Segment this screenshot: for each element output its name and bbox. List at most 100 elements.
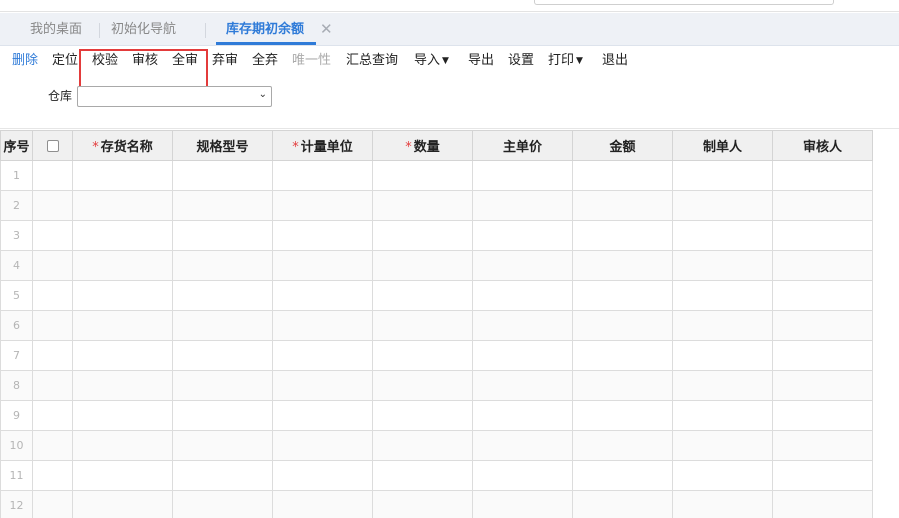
cell-auditor[interactable] bbox=[772, 250, 873, 281]
cell-unit[interactable] bbox=[272, 310, 373, 341]
cell-unit-price[interactable] bbox=[472, 370, 573, 401]
tab-init-navigation[interactable]: 初始化导航 bbox=[111, 13, 176, 46]
cell-amount[interactable] bbox=[572, 370, 673, 401]
row-select-cell[interactable] bbox=[32, 160, 73, 191]
cell-inventory-name[interactable] bbox=[72, 250, 173, 281]
cell-quantity[interactable] bbox=[372, 400, 473, 431]
cell-unit[interactable] bbox=[272, 340, 373, 371]
col-header-auditor[interactable]: 审核人 bbox=[772, 130, 873, 161]
cell-unit-price[interactable] bbox=[472, 340, 573, 371]
cell-inventory-name[interactable] bbox=[72, 190, 173, 221]
locate-button[interactable]: 定位 bbox=[52, 47, 78, 75]
cell-amount[interactable] bbox=[572, 460, 673, 491]
cell-inventory-name[interactable] bbox=[72, 400, 173, 431]
tab-inventory-opening-balance[interactable]: 库存期初余额 bbox=[216, 13, 317, 46]
cell-auditor[interactable] bbox=[772, 490, 873, 518]
row-select-cell[interactable] bbox=[32, 430, 73, 461]
cell-unit[interactable] bbox=[272, 190, 373, 221]
cell-auditor[interactable] bbox=[772, 160, 873, 191]
row-select-cell[interactable] bbox=[32, 190, 73, 221]
cell-spec-model[interactable] bbox=[172, 160, 273, 191]
cell-inventory-name[interactable] bbox=[72, 280, 173, 311]
cell-inventory-name[interactable] bbox=[72, 160, 173, 191]
cell-creator[interactable] bbox=[672, 430, 773, 461]
tab-my-desktop[interactable]: 我的桌面 bbox=[30, 13, 82, 46]
cell-quantity[interactable] bbox=[372, 250, 473, 281]
cell-auditor[interactable] bbox=[772, 460, 873, 491]
cell-creator[interactable] bbox=[672, 370, 773, 401]
audit-all-button[interactable]: 全审 bbox=[172, 47, 198, 75]
col-header-quantity[interactable]: * 数量 bbox=[372, 130, 473, 161]
cell-unit-price[interactable] bbox=[472, 490, 573, 518]
cell-inventory-name[interactable] bbox=[72, 430, 173, 461]
cell-spec-model[interactable] bbox=[172, 490, 273, 518]
cell-auditor[interactable] bbox=[772, 220, 873, 251]
cell-spec-model[interactable] bbox=[172, 370, 273, 401]
cell-inventory-name[interactable] bbox=[72, 370, 173, 401]
verify-button[interactable]: 校验 bbox=[92, 47, 118, 75]
row-select-cell[interactable] bbox=[32, 460, 73, 491]
cell-spec-model[interactable] bbox=[172, 310, 273, 341]
cell-unit-price[interactable] bbox=[472, 220, 573, 251]
cell-creator[interactable] bbox=[672, 310, 773, 341]
cell-unit[interactable] bbox=[272, 280, 373, 311]
cell-creator[interactable] bbox=[672, 490, 773, 518]
cell-unit[interactable] bbox=[272, 250, 373, 281]
cell-spec-model[interactable] bbox=[172, 400, 273, 431]
cell-creator[interactable] bbox=[672, 190, 773, 221]
cell-amount[interactable] bbox=[572, 250, 673, 281]
cell-quantity[interactable] bbox=[372, 340, 473, 371]
col-header-spec-model[interactable]: 规格型号 bbox=[172, 130, 273, 161]
row-select-cell[interactable] bbox=[32, 340, 73, 371]
cell-amount[interactable] bbox=[572, 430, 673, 461]
row-select-cell[interactable] bbox=[32, 400, 73, 431]
row-select-cell[interactable] bbox=[32, 280, 73, 311]
print-button[interactable]: 打印 ▼ bbox=[548, 47, 583, 75]
select-all-checkbox[interactable] bbox=[46, 139, 59, 152]
cell-spec-model[interactable] bbox=[172, 460, 273, 491]
col-header-inventory-name[interactable]: * 存货名称 bbox=[72, 130, 173, 161]
cell-unit-price[interactable] bbox=[472, 190, 573, 221]
cell-unit-price[interactable] bbox=[472, 460, 573, 491]
cell-spec-model[interactable] bbox=[172, 190, 273, 221]
cell-inventory-name[interactable] bbox=[72, 340, 173, 371]
cell-creator[interactable] bbox=[672, 340, 773, 371]
cell-unit-price[interactable] bbox=[472, 400, 573, 431]
unaudit-button[interactable]: 弃审 bbox=[212, 47, 238, 75]
cell-auditor[interactable] bbox=[772, 430, 873, 461]
uniqueness-button[interactable]: 唯一性 bbox=[292, 47, 331, 75]
cell-auditor[interactable] bbox=[772, 400, 873, 431]
warehouse-select[interactable]: ⌄ bbox=[77, 86, 272, 107]
cell-amount[interactable] bbox=[572, 310, 673, 341]
cell-quantity[interactable] bbox=[372, 370, 473, 401]
audit-button[interactable]: 审核 bbox=[132, 47, 158, 75]
close-tab-icon[interactable]: ✕ bbox=[320, 13, 333, 46]
row-select-cell[interactable] bbox=[32, 220, 73, 251]
cell-unit[interactable] bbox=[272, 220, 373, 251]
cell-unit[interactable] bbox=[272, 430, 373, 461]
cell-unit[interactable] bbox=[272, 400, 373, 431]
cell-inventory-name[interactable] bbox=[72, 220, 173, 251]
cell-quantity[interactable] bbox=[372, 220, 473, 251]
cell-spec-model[interactable] bbox=[172, 250, 273, 281]
export-button[interactable]: 导出 bbox=[468, 47, 494, 75]
cell-quantity[interactable] bbox=[372, 280, 473, 311]
cell-quantity[interactable] bbox=[372, 160, 473, 191]
settings-button[interactable]: 设置 bbox=[508, 47, 534, 75]
cell-amount[interactable] bbox=[572, 340, 673, 371]
cell-quantity[interactable] bbox=[372, 460, 473, 491]
top-search-box[interactable] bbox=[534, 0, 834, 5]
cell-spec-model[interactable] bbox=[172, 430, 273, 461]
cell-amount[interactable] bbox=[572, 280, 673, 311]
cell-amount[interactable] bbox=[572, 160, 673, 191]
col-header-unit-price[interactable]: 主单价 bbox=[472, 130, 573, 161]
cell-unit[interactable] bbox=[272, 460, 373, 491]
cell-quantity[interactable] bbox=[372, 490, 473, 518]
cell-creator[interactable] bbox=[672, 280, 773, 311]
cell-spec-model[interactable] bbox=[172, 280, 273, 311]
cell-inventory-name[interactable] bbox=[72, 490, 173, 518]
row-select-cell[interactable] bbox=[32, 490, 73, 518]
cell-unit[interactable] bbox=[272, 490, 373, 518]
cell-unit-price[interactable] bbox=[472, 430, 573, 461]
cell-creator[interactable] bbox=[672, 250, 773, 281]
